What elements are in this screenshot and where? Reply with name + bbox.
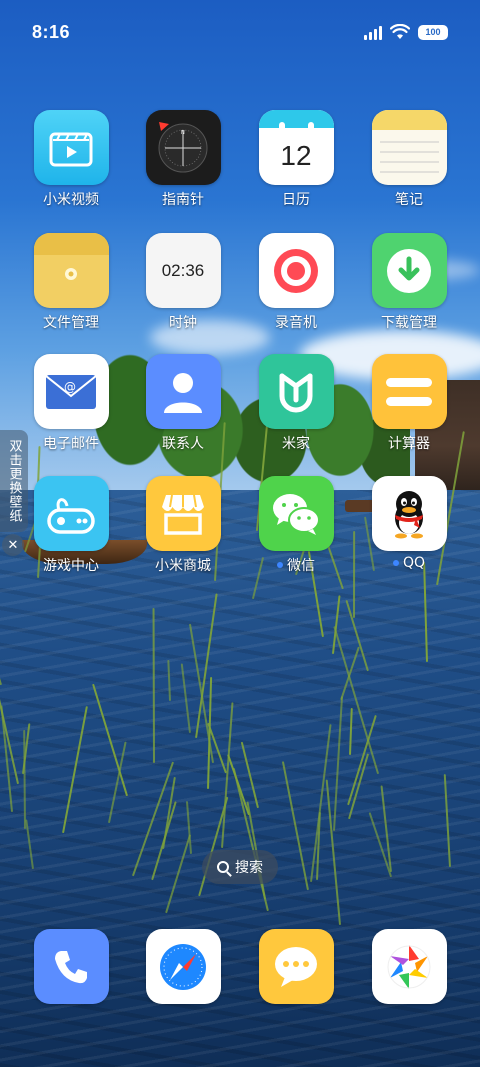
app-file-manager[interactable]: 文件管理 bbox=[21, 233, 121, 332]
mi-store-icon[interactable] bbox=[145, 476, 221, 551]
app-contacts[interactable]: 联系人 bbox=[133, 354, 233, 453]
app-mijia[interactable]: 米家 bbox=[246, 354, 346, 453]
app-calculator[interactable]: 计算器 bbox=[359, 354, 459, 453]
app-label: QQ bbox=[359, 555, 459, 571]
app-label: 小米视频 bbox=[43, 192, 99, 208]
app-clock[interactable]: 02:36 时钟 bbox=[133, 233, 233, 332]
app-label-text: 微信 bbox=[287, 558, 315, 574]
notes-header bbox=[371, 110, 447, 130]
app-label: 时钟 bbox=[169, 315, 197, 331]
dock-gallery[interactable] bbox=[359, 929, 459, 1004]
status-icons: 100 bbox=[364, 24, 448, 40]
search-icon bbox=[217, 861, 229, 873]
wallpaper-reed bbox=[352, 531, 355, 619]
new-indicator-dot bbox=[277, 562, 283, 568]
calendar-header bbox=[258, 110, 334, 128]
phone-icon[interactable] bbox=[33, 929, 109, 1004]
dock-browser[interactable] bbox=[133, 929, 233, 1004]
dock-phone[interactable] bbox=[21, 929, 121, 1004]
svg-text:N: N bbox=[181, 130, 185, 136]
search-button[interactable]: 搜索 bbox=[202, 850, 278, 884]
app-label: 日历 bbox=[282, 192, 310, 208]
folder-tab bbox=[33, 233, 109, 255]
calendar-icon[interactable]: 12 bbox=[258, 110, 334, 185]
recorder-icon[interactable] bbox=[258, 233, 334, 308]
app-label: 联系人 bbox=[162, 436, 204, 452]
search-label: 搜索 bbox=[235, 860, 263, 876]
signal-icon bbox=[364, 25, 382, 40]
wifi-icon bbox=[390, 24, 410, 39]
app-download-manager[interactable]: 下载管理 bbox=[359, 233, 459, 332]
app-label: 笔记 bbox=[395, 192, 423, 208]
change-wallpaper-hint-text: 双击更换壁纸 bbox=[6, 439, 22, 523]
clock-text: 02:36 bbox=[161, 260, 205, 280]
change-wallpaper-hint[interactable]: 双击更换壁纸 bbox=[0, 430, 28, 532]
new-indicator-dot bbox=[392, 560, 399, 566]
battery-icon: 100 bbox=[418, 24, 448, 40]
app-label: 小米商城 bbox=[155, 558, 211, 574]
app-label: 电子邮件 bbox=[43, 436, 99, 452]
game-center-icon[interactable] bbox=[33, 476, 109, 551]
app-wechat[interactable]: 微信 bbox=[246, 476, 346, 575]
notes-icon[interactable] bbox=[371, 110, 447, 185]
app-label: 下载管理 bbox=[381, 315, 437, 331]
status-bar: 8:16 100 bbox=[0, 0, 480, 66]
compass-icon[interactable]: N bbox=[145, 110, 221, 185]
app-label: 指南针 bbox=[162, 192, 204, 208]
browser-icon[interactable] bbox=[145, 929, 221, 1004]
svg-text:@: @ bbox=[64, 380, 76, 394]
dock-messages[interactable] bbox=[246, 929, 346, 1004]
status-time: 8:16 bbox=[32, 22, 71, 42]
calendar-ring bbox=[278, 122, 285, 132]
app-email[interactable]: @ 电子邮件 bbox=[21, 354, 121, 453]
email-icon[interactable]: @ bbox=[33, 354, 109, 429]
app-notes[interactable]: 笔记 bbox=[359, 110, 459, 209]
app-label: 计算器 bbox=[388, 436, 430, 452]
calendar-day: 12 bbox=[280, 139, 312, 171]
app-label: 微信 bbox=[246, 555, 346, 575]
mijia-icon[interactable] bbox=[258, 354, 334, 429]
app-mi-video[interactable]: 小米视频 bbox=[21, 110, 121, 209]
download-icon[interactable] bbox=[371, 233, 447, 308]
contacts-icon[interactable] bbox=[145, 354, 221, 429]
close-icon[interactable]: ✕ bbox=[2, 534, 24, 556]
app-recorder[interactable]: 录音机 bbox=[246, 233, 346, 332]
app-qq[interactable]: QQ bbox=[359, 476, 459, 571]
calendar-ring bbox=[307, 122, 314, 132]
app-calendar[interactable]: 12 日历 bbox=[246, 110, 346, 209]
app-mi-store[interactable]: 小米商城 bbox=[133, 476, 233, 575]
clock-icon[interactable]: 02:36 bbox=[145, 233, 221, 308]
wechat-icon[interactable] bbox=[258, 476, 334, 551]
app-compass[interactable]: N 指南针 bbox=[133, 110, 233, 209]
gallery-icon[interactable] bbox=[371, 929, 447, 1004]
app-label-text: QQ bbox=[402, 555, 426, 571]
qq-icon[interactable] bbox=[371, 476, 447, 551]
app-label: 游戏中心 bbox=[43, 558, 99, 574]
video-player-icon[interactable] bbox=[33, 110, 109, 185]
calculator-icon[interactable] bbox=[371, 354, 447, 429]
app-label: 米家 bbox=[282, 436, 310, 452]
wallpaper-reed bbox=[152, 608, 155, 763]
folder-icon[interactable] bbox=[33, 233, 109, 308]
app-label: 录音机 bbox=[275, 315, 317, 331]
app-game-center[interactable]: 游戏中心 bbox=[21, 476, 121, 575]
messages-icon[interactable] bbox=[258, 929, 334, 1004]
app-label: 文件管理 bbox=[43, 315, 99, 331]
